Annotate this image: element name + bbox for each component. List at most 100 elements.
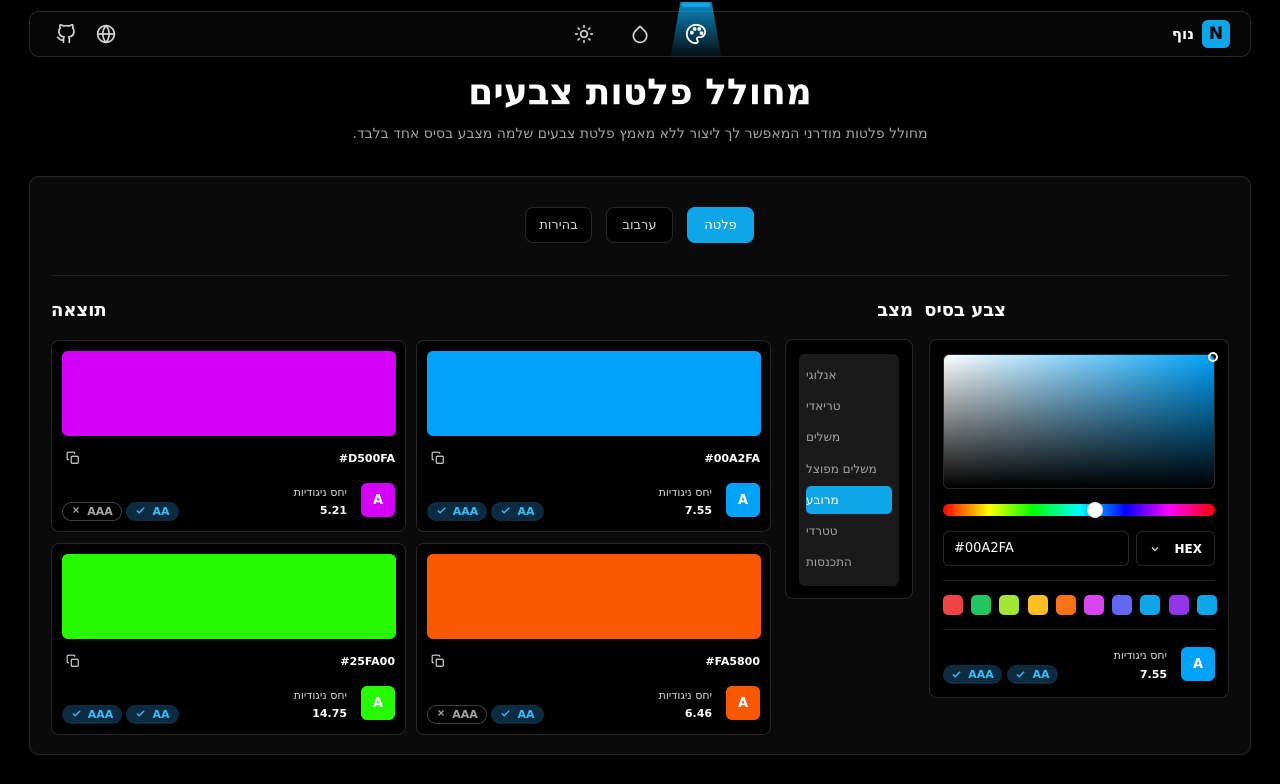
aa-badge: AA: [491, 502, 544, 521]
hex-input[interactable]: #00A2FA: [943, 531, 1129, 566]
mode-item[interactable]: התכנסות: [806, 548, 892, 576]
preset-swatch[interactable]: [999, 595, 1020, 615]
base-aa-badge: AA: [1007, 665, 1058, 684]
mode-item[interactable]: טריאדי: [806, 392, 892, 420]
aa-label: AA: [152, 708, 170, 721]
result-avatar: A: [361, 686, 395, 720]
copy-icon[interactable]: [431, 450, 447, 466]
preset-swatches: [943, 595, 1217, 615]
mode-item[interactable]: אנלוגי: [806, 361, 892, 389]
result-avatar: A: [726, 483, 760, 517]
result-card: #25FA00 A יחס ניגודיות 14.75 AA AAA: [51, 543, 406, 735]
aa-label: AA: [152, 505, 170, 518]
top-nav: N נוף: [29, 2, 1251, 60]
check-icon: [500, 505, 511, 519]
result-hex: #D500FA: [338, 452, 395, 465]
mode-title: מצב: [877, 300, 913, 321]
base-contrast-avatar: A: [1181, 647, 1215, 681]
aaa-label: AAA: [968, 668, 994, 681]
result-hex: #FA5800: [705, 655, 760, 668]
result-swatch[interactable]: [427, 351, 761, 436]
globe-icon[interactable]: [86, 14, 126, 54]
page-title: מחולל פלטות צבעים: [468, 72, 812, 113]
aa-badge: AA: [491, 705, 544, 724]
preset-swatch[interactable]: [1168, 595, 1189, 615]
tab-brightness[interactable]: בהירות: [525, 207, 592, 243]
tab-mix[interactable]: ערבוב: [606, 207, 673, 243]
result-contrast-value: 5.21: [319, 504, 347, 517]
aaa-label: AAA: [452, 505, 479, 518]
aa-badge: AA: [126, 502, 179, 521]
result-contrast-label: יחס ניגודיות: [658, 689, 712, 702]
aaa-label: AAA: [87, 505, 113, 518]
base-contrast-value: 7.55: [1139, 668, 1167, 681]
check-icon: [71, 708, 82, 722]
mode-item[interactable]: משלים: [806, 423, 892, 451]
aaa-badge: AAA: [62, 705, 122, 724]
result-contrast-value: 14.75: [312, 707, 347, 720]
base-divider-2: [943, 629, 1215, 630]
aaa-badge: AAA: [427, 705, 487, 724]
hue-slider[interactable]: [943, 502, 1215, 518]
mode-item[interactable]: מרובע: [806, 485, 892, 514]
aaa-label: AAA: [452, 708, 478, 721]
brand[interactable]: N נוף: [1172, 20, 1230, 48]
droplet-icon[interactable]: [620, 14, 660, 54]
aa-label: AA: [517, 708, 535, 721]
page-subtitle: מחולל פלטות מודרני המאפשר לך ליצור ללא מ…: [352, 126, 928, 142]
base-divider: [943, 580, 1215, 581]
preset-swatch[interactable]: [1027, 595, 1048, 615]
preset-swatch[interactable]: [1112, 595, 1133, 615]
aa-badge: AA: [126, 705, 179, 724]
result-card: #00A2FA A יחס ניגודיות 7.55 AA AAA: [416, 340, 771, 532]
result-swatch[interactable]: [62, 554, 396, 639]
tab-palette[interactable]: פלטה: [687, 207, 754, 243]
result-card: #FA5800 A יחס ניגודיות 6.46 AA AAA: [416, 543, 771, 735]
copy-icon[interactable]: [66, 653, 82, 669]
result-avatar: A: [361, 483, 395, 517]
aaa-badge: AAA: [62, 502, 122, 521]
close-icon: [71, 505, 81, 518]
active-indicator-bar: [682, 3, 710, 7]
sun-icon[interactable]: [564, 14, 604, 54]
hue-thumb[interactable]: [1087, 502, 1103, 518]
check-icon: [1016, 671, 1026, 678]
result-swatch[interactable]: [62, 351, 396, 436]
result-swatch[interactable]: [427, 554, 761, 639]
check-icon: [952, 671, 961, 678]
check-icon: [500, 708, 511, 722]
base-color-title: צבע בסיס: [924, 300, 1006, 321]
copy-icon[interactable]: [66, 450, 82, 466]
result-contrast-value: 7.55: [684, 504, 712, 517]
chevron-down-icon: [1151, 546, 1159, 551]
preset-swatch[interactable]: [1140, 595, 1161, 615]
palette-tab[interactable]: [670, 2, 722, 60]
result-title: תוצאה: [51, 300, 107, 321]
result-hex: #00A2FA: [704, 452, 760, 465]
aaa-badge: AAA: [427, 502, 487, 521]
base-contrast-label: יחס ניגודיות: [1113, 649, 1167, 662]
base-aaa-badge: AAA: [943, 665, 1002, 684]
copy-icon[interactable]: [431, 653, 447, 669]
preset-swatch[interactable]: [1196, 595, 1217, 615]
brand-logo-letter: N: [1208, 24, 1224, 44]
aa-label: AA: [517, 505, 535, 518]
preset-swatch[interactable]: [943, 595, 963, 615]
result-avatar: A: [726, 686, 760, 720]
github-icon[interactable]: [46, 14, 86, 54]
format-select[interactable]: HEX: [1136, 531, 1215, 566]
preset-swatch[interactable]: [1055, 595, 1076, 615]
check-icon: [135, 708, 146, 722]
brand-logo: N: [1202, 20, 1230, 48]
saturation-picker[interactable]: [943, 352, 1218, 489]
aa-label: AA: [1032, 668, 1050, 681]
check-icon: [135, 505, 146, 519]
preset-swatch[interactable]: [971, 595, 992, 615]
mode-list: אנלוגי טריאדי משלים משלים מפוצל מרובע טטרדי הת…: [799, 354, 899, 586]
result-contrast-label: יחס ניגודיות: [293, 689, 347, 702]
format-label: HEX: [1174, 541, 1203, 556]
mode-item[interactable]: משלים מפוצל: [806, 455, 892, 483]
saturation-thumb[interactable]: [1208, 352, 1218, 362]
mode-item[interactable]: טטרדי: [806, 517, 892, 545]
preset-swatch[interactable]: [1084, 595, 1104, 615]
